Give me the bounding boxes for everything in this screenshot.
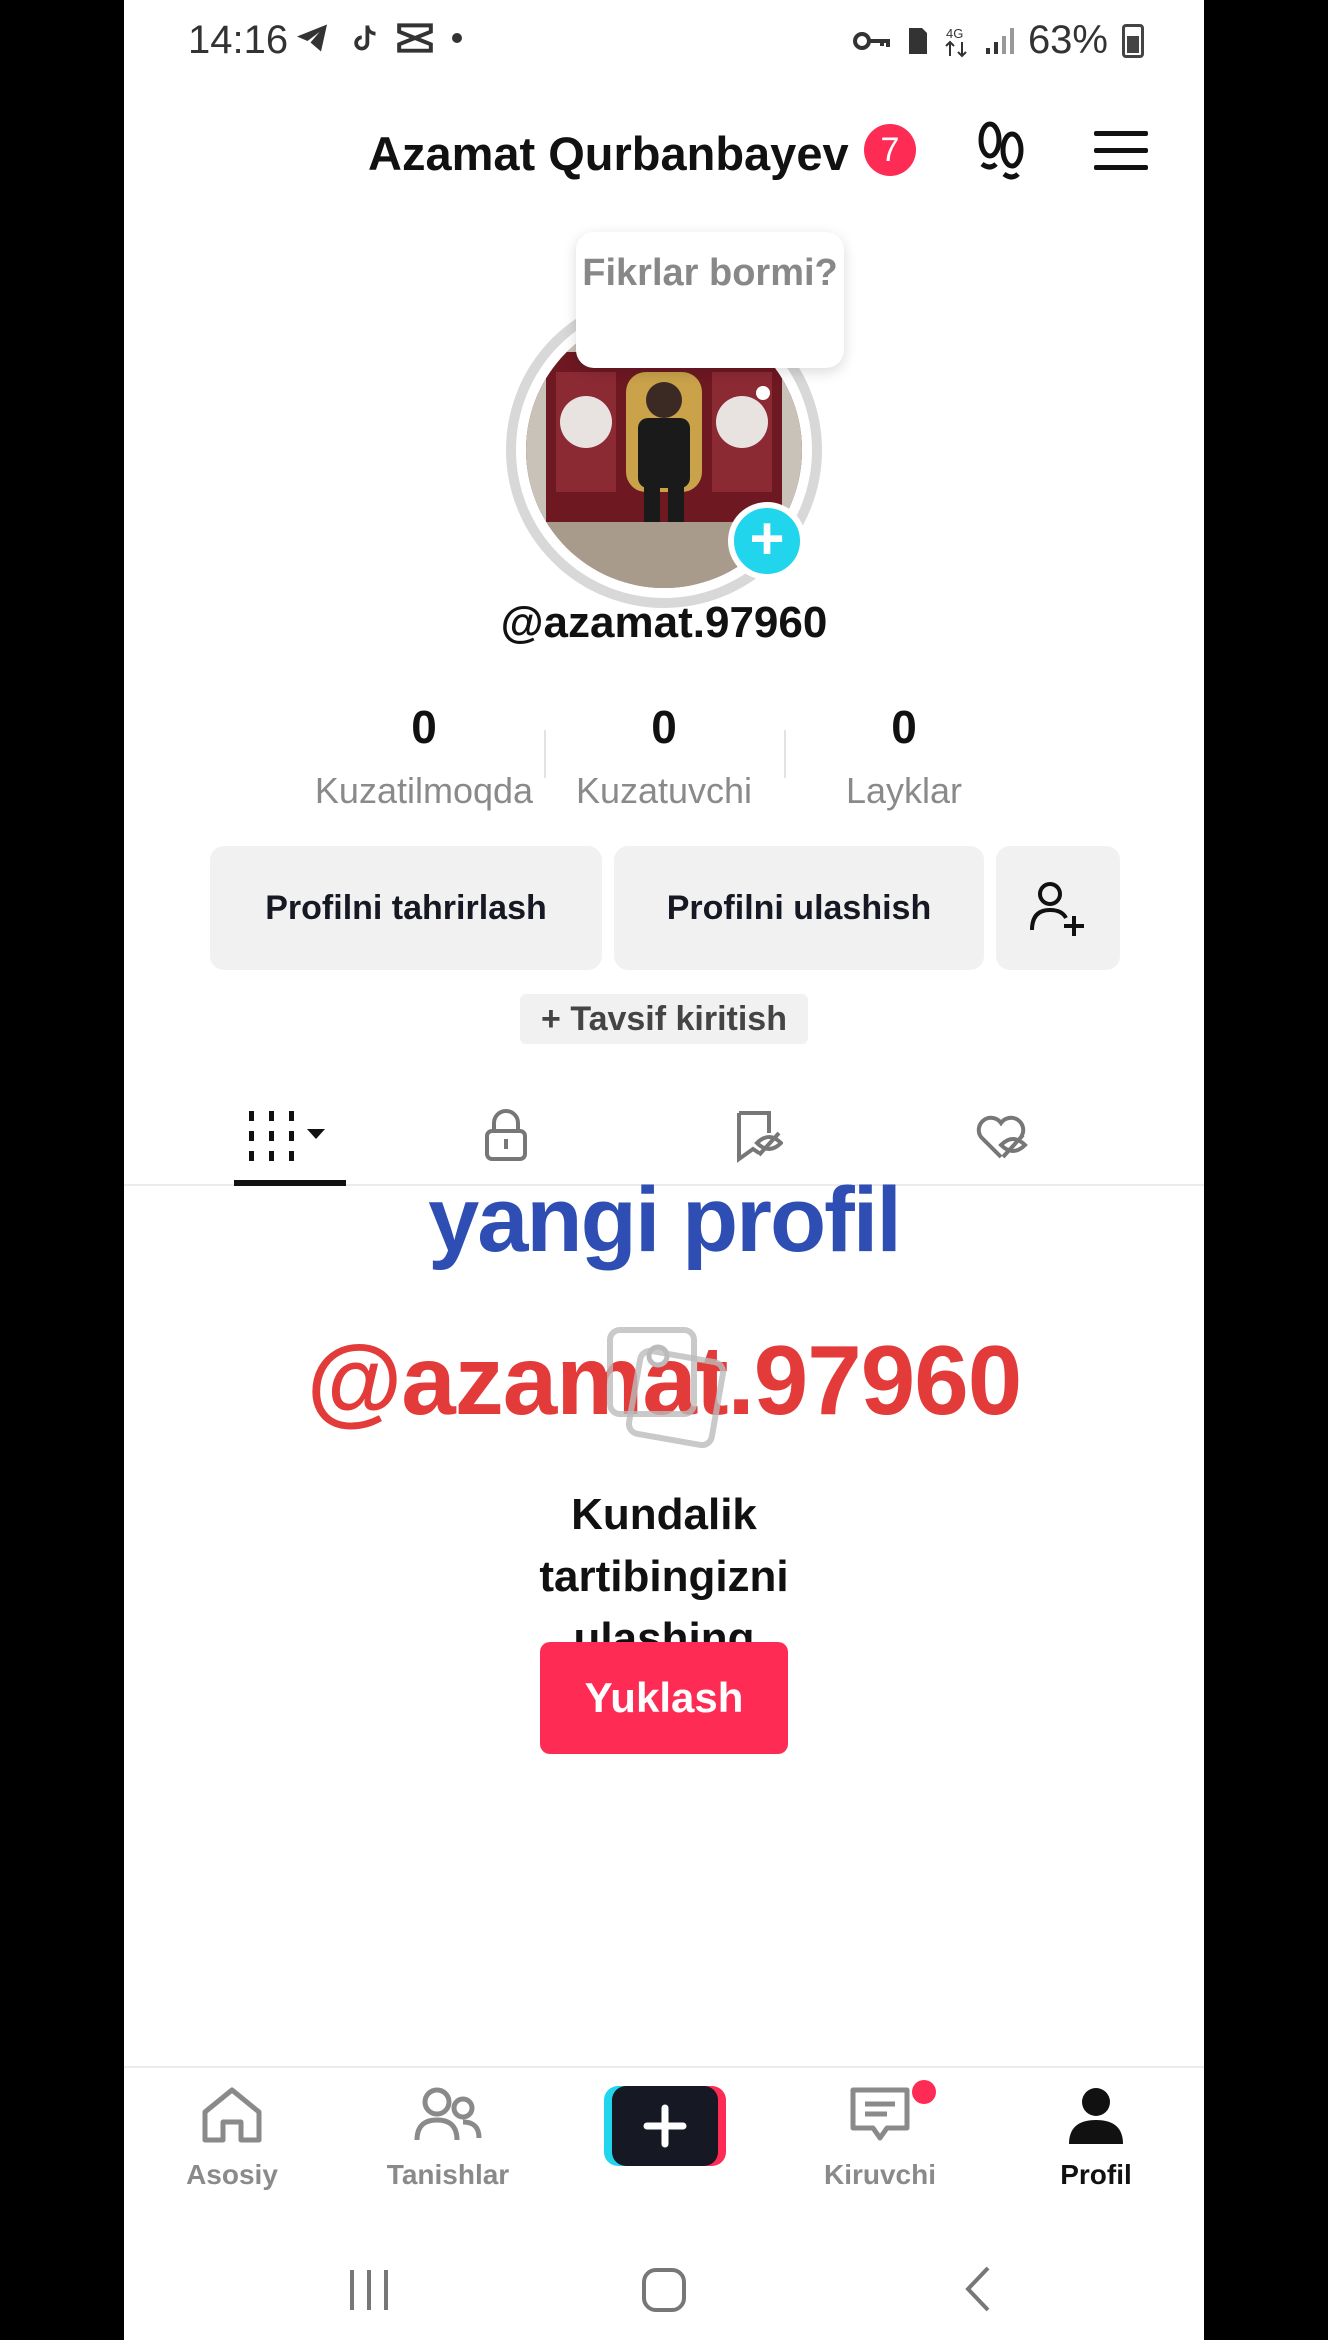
notification-badge: 7	[864, 124, 916, 176]
lock-icon	[485, 1109, 527, 1161]
system-navigation	[124, 2216, 1204, 2340]
watermark-new-profile: yangi profil	[428, 1169, 902, 1271]
capcut-icon	[397, 23, 433, 53]
add-story-button[interactable]: +	[728, 502, 806, 580]
status-notification-icons	[294, 20, 462, 56]
status-time: 14:16	[188, 18, 289, 62]
stat-followers-value: 0	[651, 701, 677, 753]
share-profile-button[interactable]: Profilni ulashish	[614, 846, 984, 970]
account-name-switcher[interactable]: Azamat Qurbanbayev	[368, 126, 849, 181]
add-friends-button[interactable]	[996, 846, 1120, 970]
nav-friends[interactable]: Tanishlar	[368, 2084, 528, 2191]
tab-videos[interactable]	[234, 1100, 346, 1172]
vpn-key-icon	[852, 31, 890, 50]
status-right: 4G 63%	[852, 18, 1144, 63]
back-icon[interactable]	[960, 2264, 996, 2314]
nav-home[interactable]: Asosiy	[152, 2084, 312, 2191]
friends-icon	[414, 2087, 482, 2141]
profile-icon	[1069, 2088, 1123, 2144]
battery-percent: 63%	[1027, 18, 1108, 62]
nav-inbox[interactable]: Kiruvchi	[800, 2084, 960, 2191]
tab-liked[interactable]	[974, 1100, 1030, 1172]
data-icon: 4G	[945, 26, 967, 57]
profile-header: Azamat Qurbanbayev 7	[124, 110, 1204, 190]
telegram-icon	[297, 24, 327, 52]
add-user-icon	[1030, 882, 1084, 936]
nav-friends-label: Tanishlar	[386, 2159, 510, 2190]
stat-divider	[784, 730, 786, 778]
bubble-tail	[756, 386, 770, 400]
tiktok-profile-screen: 14:16 4G 63% Azamat Qurbanbayev 7 + Fikr…	[124, 0, 1204, 2340]
recent-apps-icon[interactable]	[346, 2268, 392, 2312]
footprints-icon[interactable]	[972, 120, 1032, 182]
create-button[interactable]	[604, 2086, 726, 2166]
hidden-liked-icon	[976, 1115, 1028, 1159]
svg-text:4G: 4G	[946, 26, 963, 41]
profile-stats: 0 Kuzatilmoqda 0 Kuzatuvchi 0 Layklar	[304, 700, 1024, 820]
nav-profile-label: Profil	[1060, 2159, 1132, 2190]
stat-likes-label: Layklar	[845, 770, 963, 811]
stat-divider	[544, 730, 546, 778]
sim-icon	[908, 27, 927, 54]
stat-followers-label: Kuzatuvchi	[575, 770, 753, 811]
hidden-reposts-icon	[737, 1111, 783, 1163]
thoughts-bubble[interactable]: Fikrlar bormi?	[576, 232, 844, 368]
upload-button[interactable]: Yuklash	[540, 1642, 788, 1754]
edit-profile-button[interactable]: Profilni tahrirlash	[210, 846, 602, 970]
signal-icon	[985, 27, 1014, 54]
stat-followers[interactable]: 0 Kuzatuvchi	[544, 700, 784, 820]
add-bio-button[interactable]: + Tavsif kiritish	[520, 994, 808, 1044]
nav-profile[interactable]: Profil	[1016, 2084, 1176, 2191]
more-notifications-dot	[452, 33, 462, 43]
stat-following-value: 0	[411, 701, 437, 753]
tab-reposts[interactable]	[730, 1100, 786, 1172]
gallery-icon	[607, 1327, 726, 1449]
menu-icon[interactable]	[1092, 128, 1150, 174]
inbox-icon	[850, 2087, 910, 2141]
tiktok-icon	[354, 25, 376, 51]
stat-likes[interactable]: 0 Layklar	[784, 700, 1024, 820]
bottom-navigation: Asosiy Tanishlar Kiruvchi Profil	[124, 2066, 1204, 2216]
videos-grid-icon	[249, 1111, 325, 1161]
nav-home-label: Asosiy	[186, 2159, 278, 2190]
nav-inbox-label: Kiruvchi	[823, 2159, 937, 2190]
status-bar: 14:16 4G 63%	[124, 0, 1204, 82]
stat-following-label: Kuzatilmoqda	[314, 770, 534, 811]
stat-following[interactable]: 0 Kuzatilmoqda	[304, 700, 544, 820]
stat-likes-value: 0	[891, 701, 917, 753]
username: @azamat.97960	[500, 598, 828, 647]
tab-private[interactable]	[478, 1100, 534, 1172]
home-button-icon[interactable]	[640, 2266, 688, 2314]
battery-icon	[1122, 23, 1144, 58]
home-icon	[202, 2087, 262, 2143]
